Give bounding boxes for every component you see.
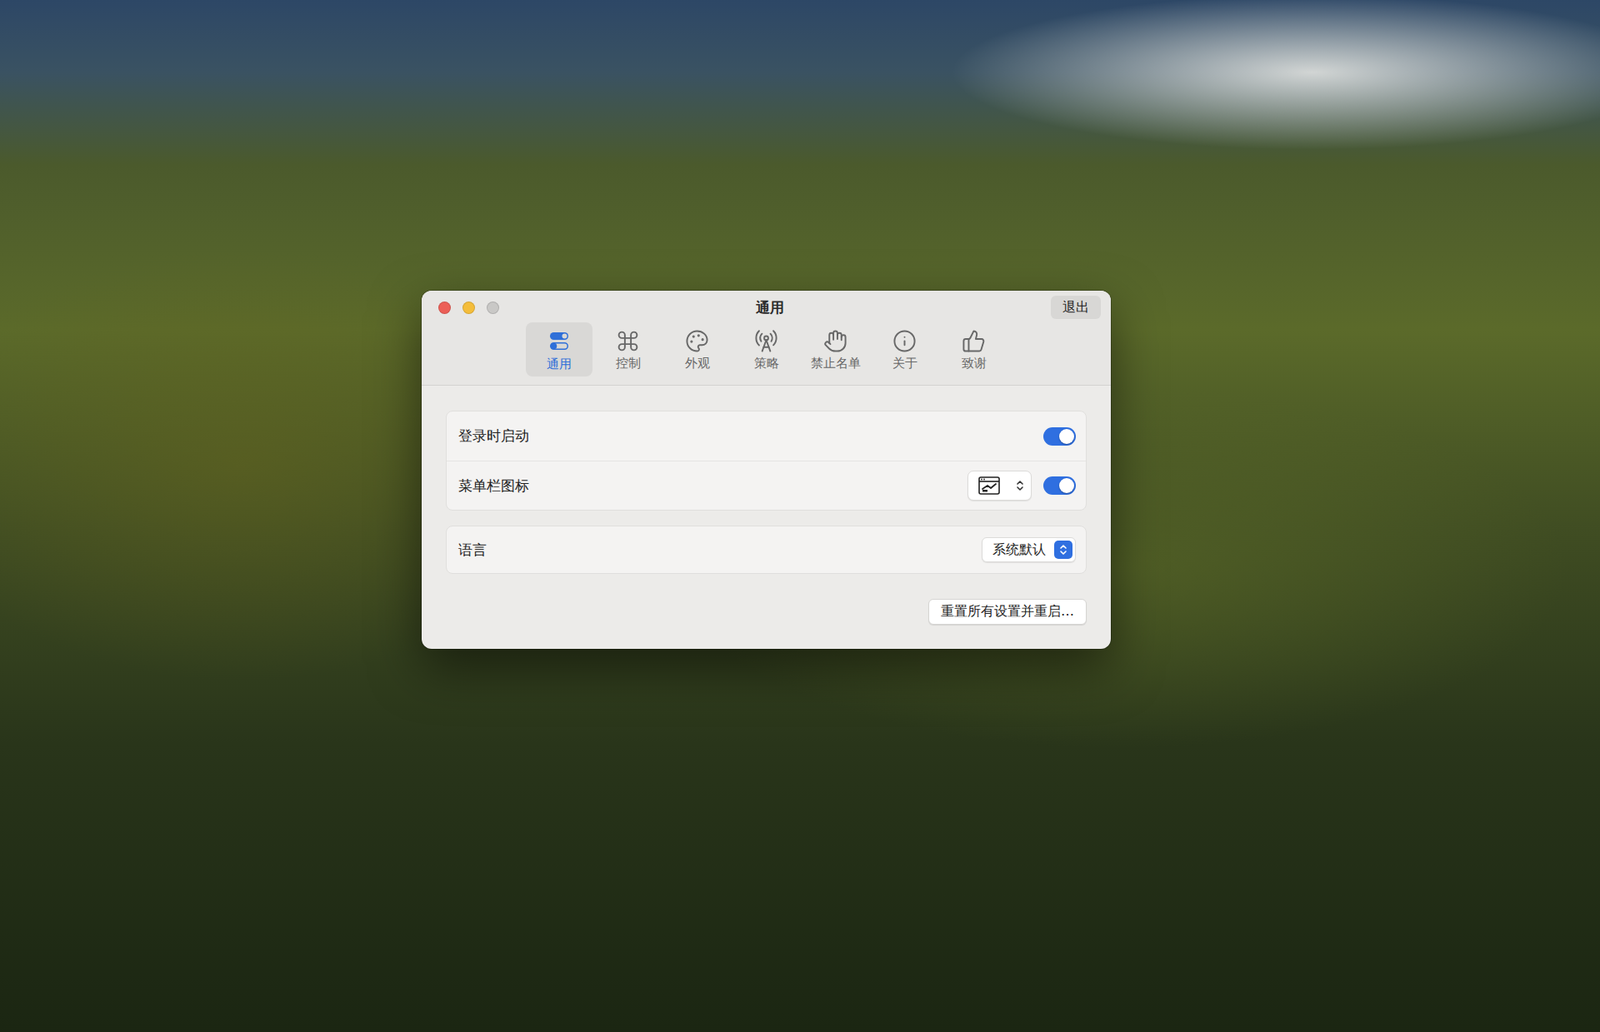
setting-row: 菜单栏图标 <box>446 460 1086 510</box>
tab[interactable]: 禁止名单 <box>802 322 870 377</box>
title-bar: 通用 退出 <box>421 290 1111 320</box>
settings-group: 登录时启动菜单栏图标 <box>445 410 1087 511</box>
settings-content: 登录时启动菜单栏图标语言 系统默认重置所有设置并重启… <box>421 385 1111 650</box>
thumbs-up-icon <box>961 329 986 354</box>
toggle-knob <box>1059 478 1075 494</box>
traffic-lights <box>438 301 756 315</box>
tab[interactable]: 外观 <box>664 322 731 377</box>
toggle-knob <box>1059 429 1075 445</box>
setting-controls: 系统默认 <box>981 537 1076 563</box>
setting-label: 登录时启动 <box>458 426 530 446</box>
footer: 重置所有设置并重启… <box>445 599 1087 625</box>
minimize-button[interactable] <box>462 301 475 315</box>
desktop-wallpaper: 通用退出通用控制外观策略禁止名单关于致谢登录时启动菜单栏图标语言系统默认重置所有… <box>0 0 1600 1032</box>
antenna-icon <box>754 329 779 354</box>
window-header: 通用退出通用控制外观策略禁止名单关于致谢 <box>421 290 1111 386</box>
setting-controls <box>967 470 1076 501</box>
language-popup[interactable]: 系统默认 <box>981 537 1076 563</box>
window-title: 通用 <box>755 298 785 318</box>
icon-picker[interactable] <box>967 470 1032 501</box>
toggle-switch[interactable] <box>1043 427 1076 446</box>
zoom-button <box>486 301 500 315</box>
command-icon <box>615 329 640 354</box>
palette-icon <box>685 329 710 354</box>
tab[interactable]: 关于 <box>871 322 939 377</box>
tab[interactable]: 通用 <box>525 322 593 377</box>
menubar-glyph-icon <box>978 476 1000 495</box>
tab[interactable]: 控制 <box>595 322 662 377</box>
reset-button[interactable]: 重置所有设置并重启… <box>928 599 1087 625</box>
tab[interactable]: 策略 <box>733 322 800 377</box>
quit-button[interactable]: 退出 <box>1050 295 1101 320</box>
toggles-icon <box>546 329 572 355</box>
tab-label: 通用 <box>546 356 572 373</box>
popup-value: 系统默认 <box>992 541 1046 560</box>
tab-bar: 通用 控制 外观 策略 禁止名单 关于 致谢 <box>421 322 1111 377</box>
setting-row: 语言 系统默认 <box>446 526 1086 574</box>
tab-label: 致谢 <box>961 355 987 372</box>
settings-group: 语言 系统默认 <box>445 525 1087 575</box>
tab-label: 控制 <box>615 355 641 372</box>
tab[interactable]: 致谢 <box>940 322 1008 377</box>
tab-label: 禁止名单 <box>810 355 861 372</box>
hand-icon <box>823 329 848 354</box>
settings-window: 通用退出通用控制外观策略禁止名单关于致谢登录时启动菜单栏图标语言系统默认重置所有… <box>421 290 1111 650</box>
chevrons-icon <box>1059 543 1068 557</box>
toggle-switch[interactable] <box>1043 476 1076 495</box>
popup-arrows <box>1054 540 1073 560</box>
tab-label: 策略 <box>754 355 780 372</box>
setting-row: 登录时启动 <box>446 411 1086 461</box>
tab-label: 外观 <box>685 355 710 372</box>
up-down-icon <box>1015 479 1025 493</box>
info-icon <box>892 329 917 354</box>
setting-controls <box>1043 427 1076 446</box>
setting-label: 语言 <box>458 540 487 560</box>
setting-label: 菜单栏图标 <box>458 476 530 496</box>
tab-label: 关于 <box>892 355 918 372</box>
close-button[interactable] <box>438 301 451 315</box>
